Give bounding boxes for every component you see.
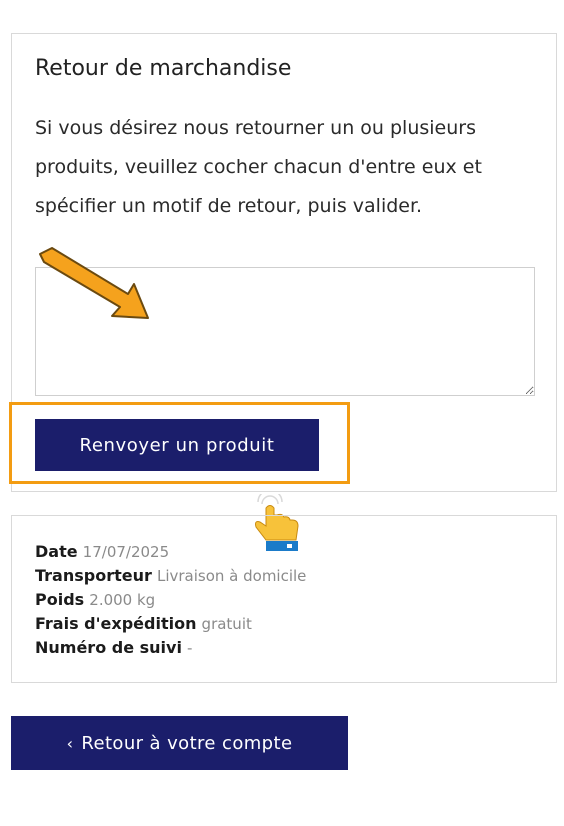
detail-row: Date 17/07/2025 xyxy=(35,540,306,564)
back-to-account-button[interactable]: ‹ Retour à votre compte xyxy=(11,716,348,770)
detail-row: Frais d'expédition gratuit xyxy=(35,612,306,636)
shipping-details-list: Date 17/07/2025 Transporteur Livraison à … xyxy=(35,540,306,660)
return-reason-textarea[interactable] xyxy=(35,267,535,396)
detail-row: Numéro de suivi - xyxy=(35,636,306,660)
detail-value: gratuit xyxy=(201,615,252,633)
detail-value: 2.000 kg xyxy=(89,591,156,609)
detail-row: Transporteur Livraison à domicile xyxy=(35,564,306,588)
back-to-account-label: Retour à votre compte xyxy=(81,732,293,754)
detail-label: Transporteur xyxy=(35,566,152,585)
detail-value: - xyxy=(187,639,193,657)
detail-label: Numéro de suivi xyxy=(35,638,182,657)
detail-value: Livraison à domicile xyxy=(156,567,307,585)
chevron-left-icon: ‹ xyxy=(66,733,74,753)
detail-value: 17/07/2025 xyxy=(82,543,170,561)
merchandise-return-panel: Retour de marchandise Si vous désirez no… xyxy=(11,33,557,492)
shipping-details-panel: Date 17/07/2025 Transporteur Livraison à … xyxy=(11,515,557,683)
detail-label: Frais d'expédition xyxy=(35,614,197,633)
return-product-button[interactable]: Renvoyer un produit xyxy=(35,419,319,471)
return-section-title: Retour de marchandise xyxy=(35,56,292,81)
detail-label: Poids xyxy=(35,590,85,609)
detail-row: Poids 2.000 kg xyxy=(35,588,306,612)
order-detail-page: Retour de marchandise Si vous désirez no… xyxy=(0,0,564,826)
detail-label: Date xyxy=(35,542,78,561)
return-instructions: Si vous désirez nous retourner un ou plu… xyxy=(35,117,482,217)
